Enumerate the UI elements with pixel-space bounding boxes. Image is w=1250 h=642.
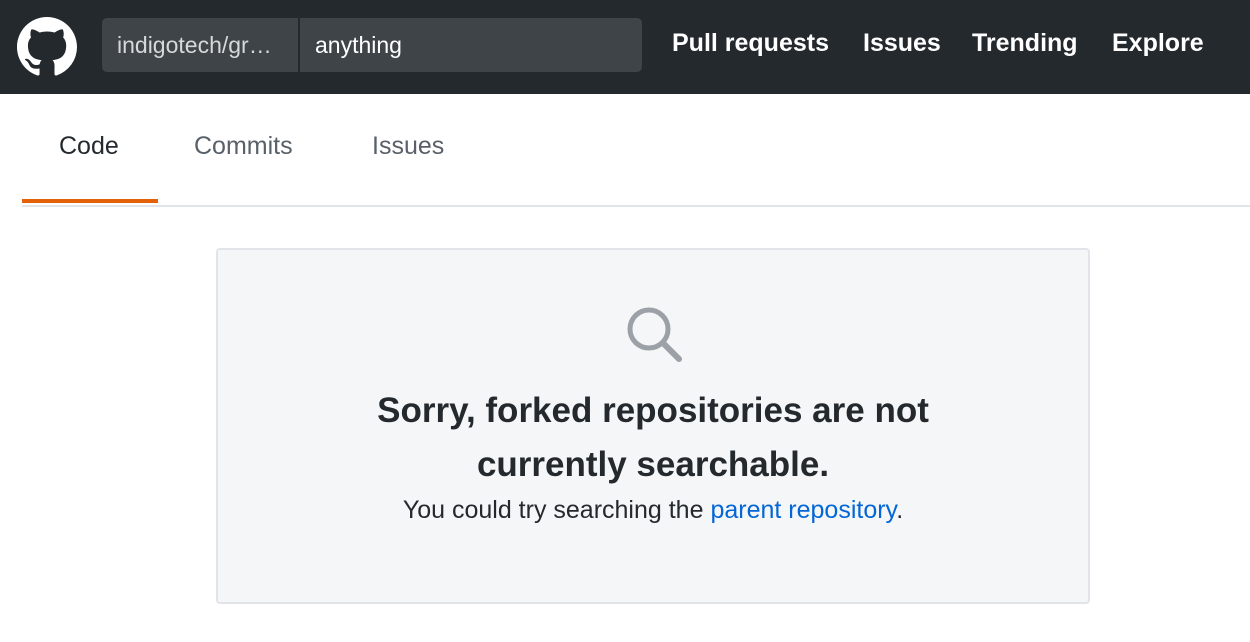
blankslate-title-line-1: Sorry, forked repositories are not	[377, 391, 929, 430]
selected-tab-indicator	[22, 199, 158, 203]
nav-explore[interactable]: Explore	[1112, 0, 1204, 94]
search-scope-label[interactable]: indigotech/gr…	[102, 18, 299, 72]
blankslate-panel: Sorry, forked repositories are not curre…	[216, 248, 1090, 604]
github-logo-icon[interactable]	[17, 17, 77, 77]
blankslate-title-line-2: currently searchable.	[476, 445, 830, 484]
nav-pull-requests[interactable]: Pull requests	[672, 0, 829, 94]
blankslate-message-suffix: .	[896, 496, 904, 524]
blankslate-message: You could try searching the parent repos…	[218, 493, 1088, 527]
blankslate-message-prefix: You could try searching the	[402, 496, 704, 524]
nav-trending[interactable]: Trending	[972, 0, 1078, 94]
search-input[interactable]	[300, 18, 642, 72]
search-icon	[627, 307, 682, 362]
parent-repository-link[interactable]: parent repository	[710, 496, 896, 524]
blankslate-title: Sorry, forked repositories are not curre…	[218, 384, 1088, 492]
top-header: indigotech/gr… Pull requests Issues Tren…	[0, 0, 1250, 94]
tab-code[interactable]: Code	[59, 94, 119, 203]
tab-issues[interactable]: Issues	[372, 94, 444, 203]
nav-issues[interactable]: Issues	[863, 0, 941, 94]
search-type-tabs: Code Commits Issues	[22, 94, 1250, 207]
tab-commits[interactable]: Commits	[194, 94, 293, 203]
